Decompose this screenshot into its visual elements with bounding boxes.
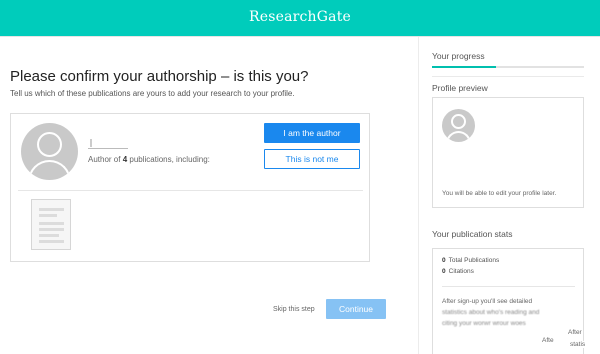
publication-card: Author of 4 publications, including: I a… — [10, 113, 370, 262]
page-title: Please confirm your authorship – is this… — [10, 68, 309, 85]
stat-citations: 0 Citations — [442, 268, 474, 275]
stats-description-line: After sign-up you'll see detailed — [442, 298, 533, 305]
stats-description: After sign-up you'll see detailed statis… — [442, 296, 575, 329]
this-is-not-me-button[interactable]: This is not me — [264, 149, 360, 169]
top-bar: ResearchGate — [0, 0, 600, 37]
page-subtitle: Tell us which of these publications are … — [10, 89, 295, 98]
i-am-the-author-button[interactable]: I am the author — [264, 123, 360, 143]
profile-preview-title: Profile preview — [432, 83, 488, 93]
author-publication-summary: Author of 4 publications, including: — [88, 155, 210, 164]
card-divider — [18, 190, 363, 191]
user-avatar-icon — [442, 109, 475, 142]
stat-label: Citations — [448, 268, 474, 275]
continue-button[interactable]: Continue — [326, 299, 386, 319]
user-avatar-icon — [21, 123, 78, 180]
stats-divider — [442, 286, 575, 287]
column-divider — [418, 37, 419, 354]
publication-stats-title: Your publication stats — [432, 229, 513, 239]
author-prefix: Author of — [88, 155, 123, 164]
publication-stats-card: 0 Total Publications 0 Citations After sig… — [432, 248, 584, 354]
author-name-placeholder — [88, 139, 128, 149]
profile-preview-note: You will be able to edit your profile la… — [442, 190, 557, 197]
stats-description-line: citing your worwr wrour woes — [442, 320, 526, 327]
progress-title: Your progress — [432, 51, 485, 61]
skip-step-link[interactable]: Skip this step — [273, 306, 315, 313]
stat-value: 0 — [442, 257, 446, 264]
author-suffix: publications, including: — [127, 155, 210, 164]
sidebar-divider — [432, 76, 584, 77]
progress-fill — [432, 66, 496, 68]
progress-bar — [432, 66, 584, 68]
stat-label: Total Publications — [448, 257, 500, 264]
overlay-fragment: After — [567, 329, 583, 336]
overlay-fragment: Afte — [541, 337, 555, 344]
brand-logo[interactable]: ResearchGate — [0, 9, 600, 25]
stats-description-line: statistics about who's reading and — [442, 309, 540, 316]
stat-value: 0 — [442, 268, 446, 275]
profile-preview-card: You will be able to edit your profile la… — [432, 97, 584, 208]
stat-total-publications: 0 Total Publications — [442, 257, 499, 264]
document-thumbnail-icon[interactable] — [31, 199, 71, 250]
overlay-fragment: statis — [569, 341, 587, 348]
